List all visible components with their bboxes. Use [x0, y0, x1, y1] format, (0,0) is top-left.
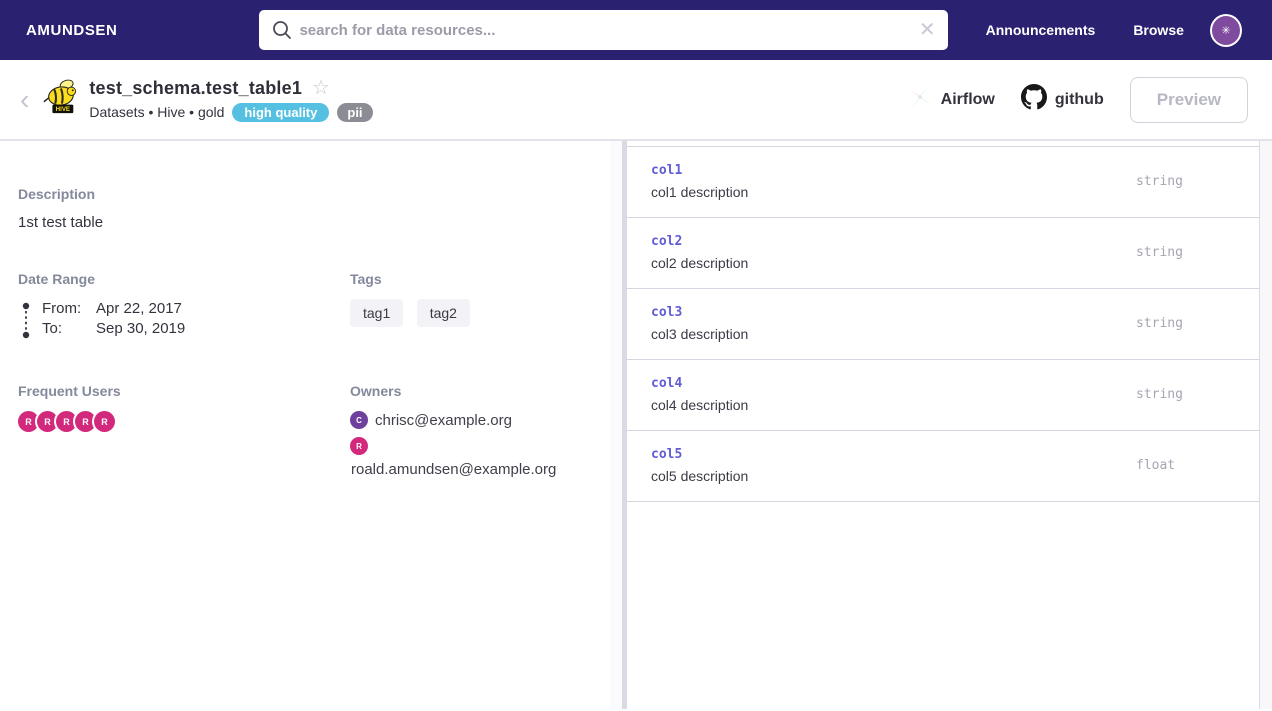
github-link[interactable]: github	[1021, 84, 1104, 115]
frequent-users-heading: Frequent Users	[18, 383, 350, 399]
search-bar: ✕	[259, 10, 947, 50]
date-to-label: To:	[42, 319, 96, 339]
columns-panel: col1 col1 description string col2 col2 d…	[627, 141, 1259, 709]
column-row[interactable]: col4 col4 description string	[627, 360, 1259, 431]
tag-pill[interactable]: tag2	[417, 299, 470, 327]
column-row[interactable]: col2 col2 description string	[627, 218, 1259, 289]
svg-text:HIVE: HIVE	[56, 106, 70, 113]
github-icon	[1021, 84, 1047, 115]
hive-logo-icon: HIVE	[41, 77, 79, 122]
frequent-user-avatar[interactable]: R	[56, 411, 77, 432]
bookmark-star-icon[interactable]: ☆	[312, 78, 330, 98]
columns-list: col1 col1 description string col2 col2 d…	[627, 146, 1259, 502]
column-type: string	[1136, 316, 1235, 331]
search-input[interactable]	[259, 10, 947, 50]
date-range-heading: Date Range	[18, 271, 350, 287]
column-name[interactable]: col5	[651, 447, 1136, 462]
tags-section: Tags tag1 tag2	[350, 271, 586, 345]
nav-link-announcements[interactable]: Announcements	[986, 22, 1096, 38]
description-text[interactable]: 1st test table	[18, 214, 586, 231]
tags-heading: Tags	[350, 271, 586, 287]
table-header: ‹ HIVE test_schema.test_table1 ☆ Dataset…	[0, 60, 1272, 141]
clear-search-icon[interactable]: ✕	[919, 18, 936, 42]
date-from-row: From: Apr 22, 2017	[42, 299, 185, 319]
column-description: col5 description	[651, 468, 1136, 484]
date-range-icon	[20, 302, 32, 345]
owner-email-link[interactable]: roald.amundsen@example.org	[351, 461, 586, 478]
date-range-section: Date Range From: Apr 22, 2017	[18, 271, 350, 345]
column-description: col4 description	[651, 397, 1136, 413]
frequent-user-avatar[interactable]: R	[75, 411, 96, 432]
owner-avatar[interactable]: C	[350, 411, 368, 429]
column-type: string	[1136, 245, 1235, 260]
column-name[interactable]: col2	[651, 234, 1136, 249]
scrollbar-gutter[interactable]	[1259, 141, 1272, 709]
owners-heading: Owners	[350, 383, 586, 399]
tag-pill[interactable]: tag1	[350, 299, 403, 327]
nav-link-browse[interactable]: Browse	[1133, 22, 1184, 38]
airflow-label: Airflow	[941, 91, 995, 109]
frequent-user-avatar[interactable]: R	[94, 411, 115, 432]
top-navbar: AMUNDSEN ✕ Announcements Browse ✳	[0, 0, 1272, 60]
date-from-value: Apr 22, 2017	[96, 299, 182, 319]
date-from-label: From:	[42, 299, 96, 319]
avatar-glyph-icon: ✳	[1221, 24, 1230, 37]
github-label: github	[1055, 91, 1104, 109]
column-type: string	[1136, 174, 1235, 189]
column-description: col1 description	[651, 184, 1136, 200]
back-chevron-icon[interactable]: ‹	[14, 86, 35, 114]
owner-email-link[interactable]: chrisc@example.org	[375, 412, 512, 429]
badge-high-quality[interactable]: high quality	[232, 103, 329, 122]
owner-avatar[interactable]: R	[350, 437, 368, 455]
frequent-user-avatar[interactable]: R	[18, 411, 39, 432]
preview-button[interactable]: Preview	[1130, 77, 1248, 123]
description-heading: Description	[18, 186, 586, 202]
date-to-value: Sep 30, 2019	[96, 319, 185, 339]
app-logo[interactable]: AMUNDSEN	[26, 22, 117, 39]
column-name[interactable]: col4	[651, 376, 1136, 391]
badge-pii[interactable]: pii	[337, 103, 372, 122]
column-name[interactable]: col1	[651, 163, 1136, 178]
column-type: float	[1136, 458, 1235, 473]
frequent-user-avatar[interactable]: R	[37, 411, 58, 432]
breadcrumb: Datasets • Hive • gold	[89, 104, 224, 120]
date-to-row: To: Sep 30, 2019	[42, 319, 185, 339]
user-avatar[interactable]: ✳	[1210, 14, 1242, 47]
search-icon	[271, 19, 293, 46]
airflow-link[interactable]: Airflow	[907, 84, 995, 115]
column-row[interactable]: col5 col5 description float	[627, 431, 1259, 502]
column-name[interactable]: col3	[651, 305, 1136, 320]
column-type: string	[1136, 387, 1235, 402]
column-row[interactable]: col1 col1 description string	[627, 147, 1259, 218]
main-content: Description 1st test table Date Range	[0, 141, 1272, 709]
column-description: col3 description	[651, 326, 1136, 342]
frequent-users-section: Frequent Users R R R R R	[18, 383, 350, 478]
column-row[interactable]: col3 col3 description string	[627, 289, 1259, 360]
owners-section: Owners C chrisc@example.org R roald.amun…	[350, 383, 586, 478]
panel-gutter	[610, 141, 622, 709]
airflow-icon	[907, 84, 933, 115]
column-description: col2 description	[651, 255, 1136, 271]
table-detail-panel: Description 1st test table Date Range	[0, 141, 610, 709]
page-title: test_schema.test_table1	[89, 78, 302, 99]
